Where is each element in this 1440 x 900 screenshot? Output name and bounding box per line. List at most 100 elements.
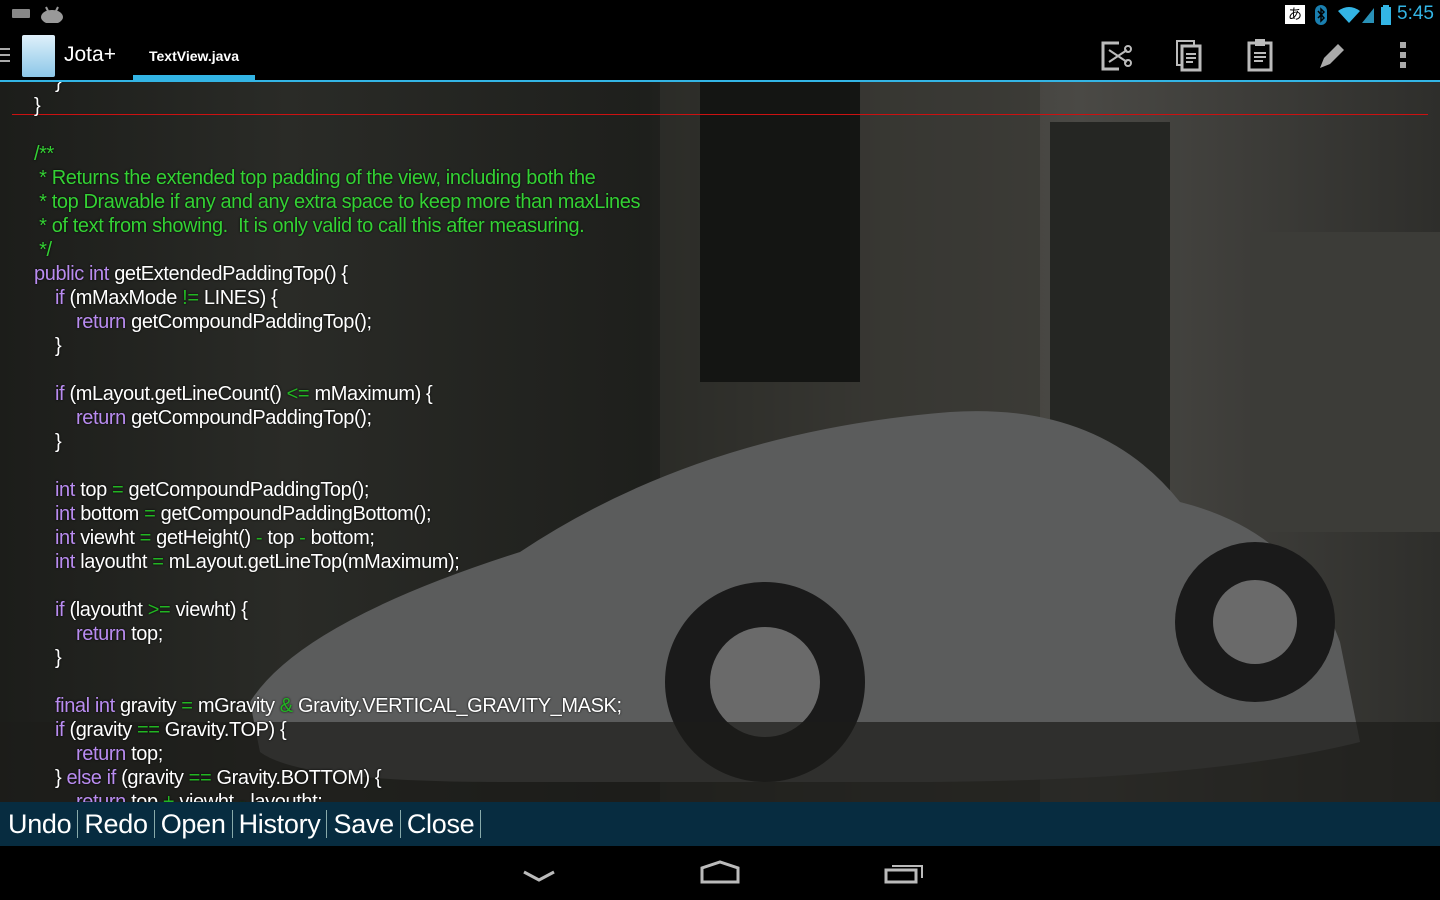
code-keyword: if [55, 287, 65, 309]
code-text: gravity [120, 695, 182, 717]
code-operator: = [152, 551, 164, 573]
text-editor[interactable]: }} /** * Returns the extended top padding… [0, 82, 1440, 802]
code-operator: & [279, 695, 293, 717]
close-button[interactable]: Close [405, 810, 482, 838]
code-line: /** [0, 142, 1440, 166]
code-operator: = [139, 527, 152, 549]
code-text: } [55, 335, 62, 357]
code-text: getCompoundPaddingTop(); [128, 479, 370, 501]
code-comment: * Returns the extended top padding of th… [34, 167, 596, 189]
home-icon[interactable] [699, 860, 741, 884]
history-button[interactable]: History [237, 810, 328, 838]
code-keyword: return [76, 407, 126, 429]
code-operator: - [255, 527, 263, 549]
drawer-menu-icon[interactable] [0, 48, 10, 62]
keyboard-icon [12, 9, 30, 18]
code-comment: */ [34, 239, 52, 261]
code-operator: == [188, 767, 212, 789]
code-line: } [0, 94, 1440, 118]
code-text: mMaximum) { [314, 383, 433, 405]
code-text: getCompoundPaddingTop(); [131, 407, 372, 429]
code-text: Gravity.VERTICAL_GRAVITY_MASK; [298, 695, 622, 717]
edit-icon[interactable] [1316, 40, 1348, 72]
code-line: int viewht = getHeight() - top - bottom; [0, 526, 1440, 550]
save-button[interactable]: Save [331, 810, 401, 838]
code-keyword: int [55, 503, 75, 525]
navigation-bar [0, 846, 1440, 900]
code-comment: /** [34, 143, 54, 165]
code-text: viewht [80, 527, 140, 549]
code-line: */ [0, 238, 1440, 262]
code-text: Gravity.TOP) { [164, 719, 287, 741]
code-line: * top Drawable if any and any extra spac… [0, 190, 1440, 214]
app-logo[interactable] [22, 35, 55, 77]
code-line: int bottom = getCompoundPaddingBottom(); [0, 502, 1440, 526]
paste-icon[interactable] [1247, 38, 1273, 72]
code-line: } else if (gravity == Gravity.BOTTOM) { [0, 766, 1440, 790]
code-text: LINES) { [203, 287, 278, 309]
code-line: } [0, 334, 1440, 358]
wifi-icon [1338, 7, 1374, 23]
open-button[interactable]: Open [159, 810, 233, 838]
code-keyword: int [55, 551, 75, 573]
android-icon [41, 6, 63, 23]
code-text: layoutht; [250, 791, 323, 802]
code-text: top [267, 527, 300, 549]
overflow-menu-icon[interactable] [1400, 42, 1408, 68]
code-keyword: public int [34, 263, 109, 285]
code-text: mGravity [197, 695, 280, 717]
cut-icon[interactable] [1101, 40, 1133, 72]
code-text: mLayout.getLineTop(mMaximum); [168, 551, 460, 573]
code-operator: + [162, 791, 175, 802]
code-operator: - [238, 791, 246, 802]
code-keyword: if [55, 383, 65, 405]
code-line: return top; [0, 742, 1440, 766]
undo-button[interactable]: Undo [6, 810, 79, 838]
bluetooth-icon [1315, 5, 1327, 25]
code-text: (gravity [69, 719, 137, 741]
recent-apps-icon[interactable] [884, 864, 924, 884]
code-text: top; [131, 623, 163, 645]
code-line: * Returns the extended top padding of th… [0, 166, 1440, 190]
code-text: layoutht [80, 551, 153, 573]
code-line: int top = getCompoundPaddingTop(); [0, 478, 1440, 502]
code-keyword: int [55, 527, 75, 549]
code-line: return top + viewht - layoutht; [0, 790, 1440, 802]
code-keyword: return [76, 743, 126, 765]
code-keyword: return [76, 311, 126, 333]
code-keyword: final int [55, 695, 115, 717]
code-line: return top; [0, 622, 1440, 646]
code-operator: - [299, 527, 306, 549]
code-text: viewht) { [175, 599, 248, 621]
code-text: getCompoundPaddingBottom(); [160, 503, 432, 525]
code-text: (mMaxMode [69, 287, 183, 309]
code-operator: == [136, 719, 160, 741]
code-text: top; [131, 743, 163, 765]
code-keyword: if [55, 719, 65, 741]
code-text: top [80, 479, 112, 501]
code-text: } [55, 431, 62, 453]
code-text: } [34, 95, 41, 117]
code-keyword: return [76, 791, 126, 802]
code-text: getHeight() [156, 527, 256, 549]
redo-button[interactable]: Redo [82, 810, 155, 838]
action-bar: Jota+ TextView.java [0, 30, 1440, 82]
code-line: * of text from showing. It is only valid… [0, 214, 1440, 238]
code-text: Gravity.BOTTOM) { [216, 767, 382, 789]
status-bar: あ 5:45 [0, 0, 1440, 30]
app-title: Jota+ [64, 43, 116, 66]
code-text: viewht [179, 791, 239, 802]
code-operator: = [144, 503, 156, 525]
code-line: } [0, 82, 1440, 94]
code-line: return getCompoundPaddingTop(); [0, 406, 1440, 430]
code-text: } [55, 767, 67, 789]
copy-icon[interactable] [1176, 40, 1202, 72]
code-operator: <= [286, 383, 310, 405]
tab-textview-java[interactable]: TextView.java [133, 30, 255, 80]
back-icon[interactable] [522, 870, 556, 882]
code-line: return getCompoundPaddingTop(); [0, 310, 1440, 334]
